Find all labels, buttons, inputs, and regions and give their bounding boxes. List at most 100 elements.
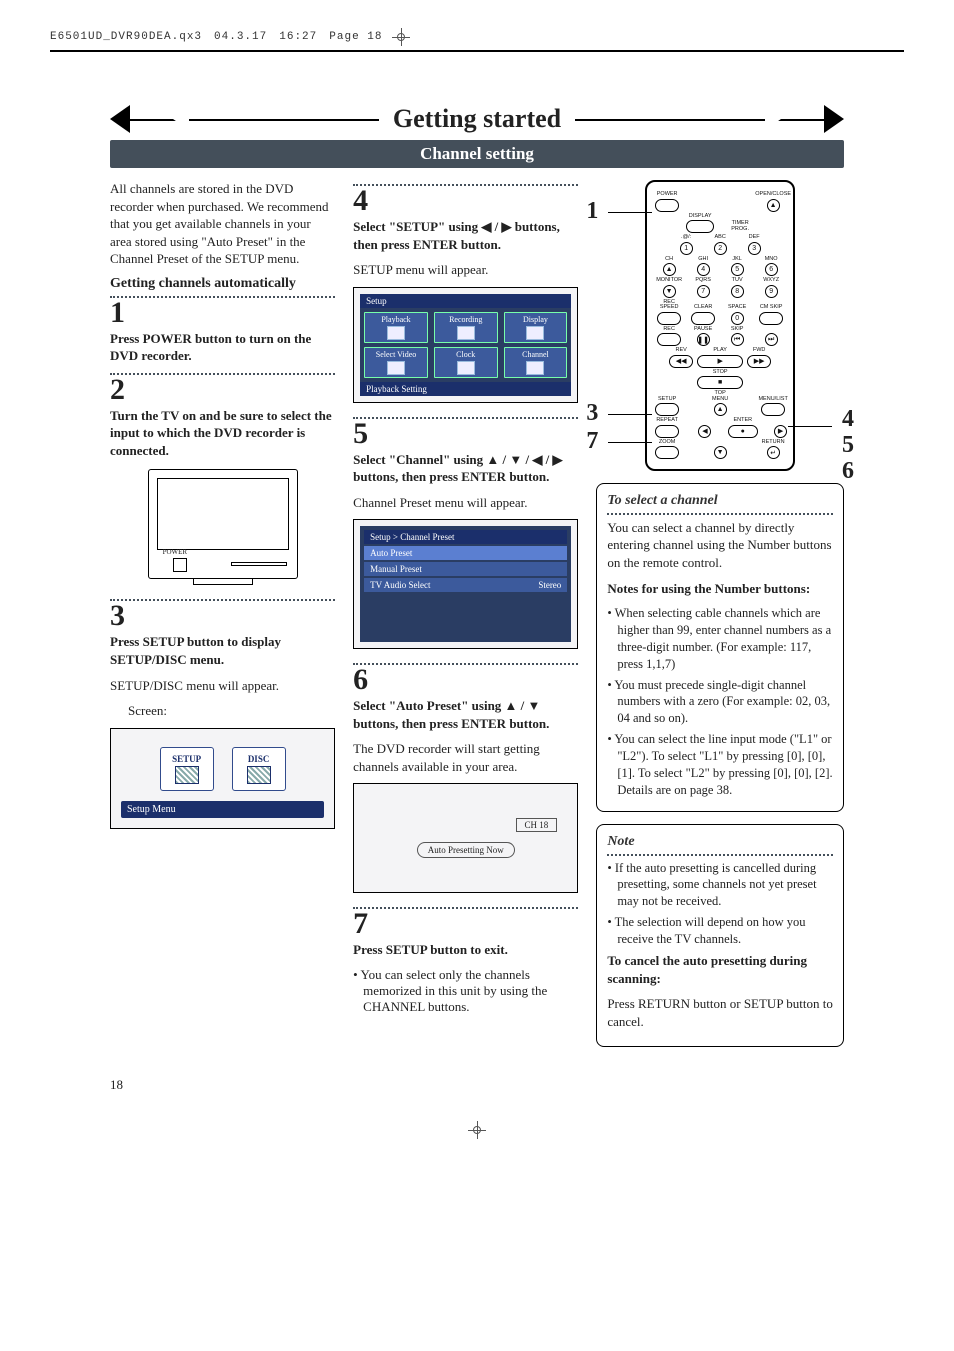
channel-preset-screen: Setup > Channel Preset Auto Preset Manua… <box>353 519 578 649</box>
grid-cell-recording: Recording <box>434 312 498 343</box>
grid-cell-display: Display <box>504 312 568 343</box>
select-video-icon <box>387 361 405 375</box>
disc-tile: DISC <box>232 747 286 791</box>
intro-text: All channels are stored in the DVD recor… <box>110 180 335 268</box>
remote-cmskip <box>759 312 783 325</box>
remote-enter-button: ● <box>728 425 758 438</box>
setup-disc-footer: Setup Menu <box>121 801 324 818</box>
remote-setup-button <box>655 403 679 416</box>
meta-time: 16:27 <box>279 31 317 43</box>
disc-tile-icon <box>247 766 271 784</box>
remote-key-0: 0 <box>731 312 744 325</box>
remote-display-label: DISPLAY <box>689 214 712 220</box>
select-channel-panel: To select a channel You can select a cha… <box>596 483 844 812</box>
remote-timer-label: TIMER PROG. <box>726 221 754 232</box>
step-1-text: Press POWER button to turn on the DVD re… <box>110 330 335 365</box>
remote-openclose-button: ▲ <box>767 199 780 212</box>
number-note-1: When selecting cable channels which are … <box>607 605 833 673</box>
remote-key-5: 5 <box>731 263 744 276</box>
auto-preset-heading: Getting channels automatically <box>110 276 335 292</box>
tv-illustration: POWER <box>148 469 298 585</box>
menu-row-tv-audio: TV Audio SelectStereo <box>364 578 567 592</box>
callout-4: 4 <box>842 406 854 433</box>
callout-3: 3 <box>586 400 598 427</box>
remote-skip-fwd: ⏭ <box>765 333 778 346</box>
note-b1: If the auto presetting is cancelled duri… <box>607 860 833 911</box>
remote-key-1: 1 <box>680 242 693 255</box>
step-3-sub: SETUP/DISC menu will appear. <box>110 677 335 695</box>
meta-file: E6501UD_DVR90DEA.qx3 <box>50 31 202 43</box>
tv-power-label: POWER <box>163 548 188 556</box>
note-panel: Note If the auto presetting is cancelled… <box>596 824 844 1047</box>
channel-preset-title: Setup > Channel Preset <box>364 530 567 544</box>
setup-tile: SETUP <box>160 747 214 791</box>
step-6-head: Select "Auto Preset" using ▲ / ▼ buttons… <box>353 697 578 732</box>
remote-play: ▶ <box>697 355 743 368</box>
remote-power-label: POWER <box>657 192 678 198</box>
setup-grid-title: Setup <box>360 294 571 308</box>
menu-row-manual-preset: Manual Preset <box>364 562 567 576</box>
select-channel-title: To select a channel <box>607 492 833 511</box>
channel-icon <box>526 361 544 375</box>
callout-7-line <box>608 442 652 443</box>
remote-openclose-label: OPEN/CLOSE <box>755 192 791 198</box>
page-number: 18 <box>110 1077 904 1093</box>
clock-icon <box>457 361 475 375</box>
step-7-number: 7 <box>353 909 578 939</box>
remote-ch-down: ▼ <box>663 285 676 298</box>
disc-tile-label: DISC <box>248 754 270 764</box>
section-title: Channel setting <box>110 140 844 168</box>
grid-cell-playback: Playback <box>364 312 428 343</box>
step-6-number: 6 <box>353 665 578 695</box>
remote-key-6: 6 <box>765 263 778 276</box>
remote-rec <box>657 333 681 346</box>
remote-key-2: 2 <box>714 242 727 255</box>
remote-zoom <box>655 446 679 459</box>
remote-power-button <box>655 199 679 212</box>
display-icon <box>526 326 544 340</box>
setup-tile-icon <box>175 766 199 784</box>
step-7-head: Press SETUP button to exit. <box>353 941 578 959</box>
setup-tile-label: SETUP <box>172 754 201 764</box>
chapter-title: Getting started <box>379 104 575 134</box>
grid-cell-channel: Channel <box>504 347 568 378</box>
step-2-text: Turn the TV on and be sure to select the… <box>110 407 335 460</box>
recording-icon <box>457 326 475 340</box>
remote-return-button: ↵ <box>767 446 780 459</box>
callout-1-line <box>608 212 652 213</box>
remote-pause: ❚❚ <box>697 333 710 346</box>
step-4-head: Select "SETUP" using ◀ / ▶ buttons, then… <box>353 218 578 253</box>
note-title: Note <box>607 833 833 852</box>
cancel-body: Press RETURN button or SETUP button to c… <box>607 995 833 1030</box>
auto-preset-now: Auto Presetting Now <box>417 842 515 858</box>
step-6-sub: The DVD recorder will start getting chan… <box>353 740 578 775</box>
callout-456-line <box>788 426 832 427</box>
remote-right: ▶ <box>774 425 787 438</box>
number-notes-head: Notes for using the Number buttons: <box>607 580 833 598</box>
remote-stop: ■ <box>697 376 743 389</box>
grid-cell-select-video: Select Video <box>364 347 428 378</box>
cancel-head: To cancel the auto presetting during sca… <box>607 952 833 987</box>
remote-key-9: 9 <box>765 285 778 298</box>
remote-recspeed <box>657 312 681 325</box>
menu-row-auto-preset: Auto Preset <box>364 546 567 560</box>
remote-skip-back: ⏮ <box>731 333 744 346</box>
remote-down: ▼ <box>714 446 727 459</box>
select-channel-p1: You can select a channel by directly ent… <box>607 519 833 572</box>
callout-7: 7 <box>586 428 598 455</box>
meta-page: Page 18 <box>329 31 382 43</box>
step-1-number: 1 <box>110 298 335 328</box>
remote-repeat <box>655 425 679 438</box>
callout-1: 1 <box>586 198 598 225</box>
remote-fwd: ▶▶ <box>747 355 771 368</box>
callout-5: 5 <box>842 432 854 459</box>
tv-power-button <box>173 558 187 572</box>
auto-preset-ch: CH 18 <box>516 818 558 832</box>
chapter-title-banner: Getting started <box>110 102 844 136</box>
remote-menulist-button <box>761 403 785 416</box>
auto-preset-screen: CH 18 Auto Presetting Now <box>353 783 578 893</box>
playback-icon <box>387 326 405 340</box>
registration-mark-icon <box>394 30 408 44</box>
remote-left: ◀ <box>698 425 711 438</box>
number-note-3: You can select the line input mode ("L1"… <box>607 731 833 799</box>
